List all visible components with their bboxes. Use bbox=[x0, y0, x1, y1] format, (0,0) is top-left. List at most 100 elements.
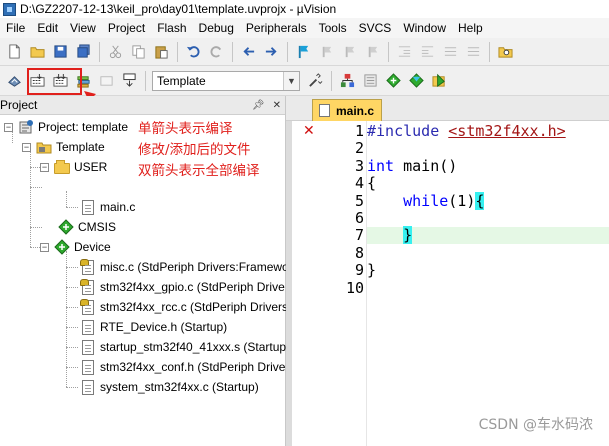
tree-label: stm32f4xx_gpio.c (StdPeriph Drive bbox=[100, 280, 285, 294]
tree-item-device-file[interactable]: stm32f4xx_rcc.c (StdPeriph Drivers bbox=[80, 297, 288, 317]
tree-label: CMSIS bbox=[78, 220, 117, 234]
cut-icon[interactable] bbox=[104, 41, 126, 63]
find-in-files-icon[interactable] bbox=[494, 41, 516, 63]
code-line[interactable] bbox=[367, 245, 609, 262]
tree-item-file-main-c[interactable]: main.c bbox=[82, 197, 135, 217]
code-line[interactable] bbox=[367, 210, 609, 227]
chevron-down-icon[interactable]: ▼ bbox=[283, 71, 299, 90]
tree-item-device-file[interactable]: stm32f4xx_gpio.c (StdPeriph Drive bbox=[80, 277, 285, 297]
pin-icon[interactable]: 📌︎ bbox=[252, 100, 265, 111]
clear-bookmarks-icon[interactable] bbox=[361, 41, 383, 63]
tree-item-group-user[interactable]: − USER bbox=[40, 157, 107, 177]
target-options-icon[interactable] bbox=[304, 70, 326, 92]
toolbar-separator bbox=[177, 41, 178, 62]
unindent-icon[interactable] bbox=[416, 41, 438, 63]
menu-edit[interactable]: Edit bbox=[31, 18, 64, 38]
collapse-icon[interactable]: − bbox=[4, 122, 13, 132]
tree-label: system_stm32f4xx.c (Startup) bbox=[100, 380, 259, 394]
tree-label: stm32f4xx_conf.h (StdPeriph Drive bbox=[100, 360, 286, 374]
new-file-icon[interactable] bbox=[3, 41, 25, 63]
copy-icon[interactable] bbox=[127, 41, 149, 63]
tree-item-device-file[interactable]: stm32f4xx_conf.h (StdPeriph Drive bbox=[82, 357, 285, 377]
target-folder-icon bbox=[36, 142, 52, 154]
tree-item-device-file[interactable]: RTE_Device.h (Startup) bbox=[82, 317, 227, 337]
line-number: 7 bbox=[354, 226, 364, 244]
tree-label: Device bbox=[74, 240, 111, 254]
code-line[interactable]: #include <stm32f4xx.h> bbox=[367, 123, 609, 140]
code-token: } bbox=[403, 226, 413, 244]
menu-project[interactable]: Project bbox=[102, 18, 151, 38]
toolbar-separator bbox=[287, 41, 288, 62]
open-folder-icon[interactable] bbox=[26, 41, 48, 63]
line-number: 3 bbox=[354, 157, 364, 175]
breakpoint-gutter[interactable]: ✕ bbox=[292, 121, 315, 446]
menu-bar: File Edit View Project Flash Debug Perip… bbox=[0, 18, 609, 38]
code-line-current[interactable]: } bbox=[367, 226, 609, 244]
line-number: 10 bbox=[345, 279, 364, 297]
code-line[interactable]: while(1){ bbox=[367, 192, 609, 210]
code-line[interactable]: { bbox=[367, 175, 609, 192]
undo-icon[interactable] bbox=[182, 41, 204, 63]
line-number: 5 bbox=[354, 192, 364, 210]
redo-icon[interactable] bbox=[205, 41, 227, 63]
next-bookmark-icon[interactable] bbox=[338, 41, 360, 63]
comment-icon[interactable] bbox=[439, 41, 461, 63]
menu-flash[interactable]: Flash bbox=[151, 18, 192, 38]
translate-icon[interactable] bbox=[3, 70, 25, 92]
nav-back-icon[interactable] bbox=[237, 41, 259, 63]
tree-item-project-root[interactable]: − Project: template bbox=[4, 117, 128, 137]
code-token: { bbox=[367, 174, 377, 192]
menu-help[interactable]: Help bbox=[452, 18, 489, 38]
collapse-icon[interactable]: − bbox=[40, 242, 49, 252]
menu-peripherals[interactable]: Peripherals bbox=[240, 18, 313, 38]
component-diamond-icon bbox=[54, 239, 70, 255]
tree-item-target[interactable]: − Template bbox=[22, 137, 105, 157]
tree-item-group-device[interactable]: − Device bbox=[40, 237, 111, 257]
code-line[interactable] bbox=[367, 140, 609, 157]
tree-item-device-file[interactable]: system_stm32f4xx.c (Startup) bbox=[82, 377, 259, 397]
menu-tools[interactable]: Tools bbox=[313, 18, 353, 38]
tree-label: USER bbox=[74, 160, 108, 174]
menu-debug[interactable]: Debug bbox=[193, 18, 240, 38]
rte-manage-icon[interactable] bbox=[405, 70, 427, 92]
prev-bookmark-icon[interactable] bbox=[315, 41, 337, 63]
nav-forward-icon[interactable] bbox=[260, 41, 282, 63]
file-icon bbox=[319, 104, 330, 117]
tree-item-cmsis[interactable]: CMSIS bbox=[58, 217, 116, 237]
save-all-icon[interactable] bbox=[72, 41, 94, 63]
save-icon[interactable] bbox=[49, 41, 71, 63]
manage-project-items-icon[interactable] bbox=[336, 70, 358, 92]
annotation-line: 单箭头表示编译 bbox=[138, 121, 233, 137]
indent-icon[interactable] bbox=[393, 41, 415, 63]
close-icon[interactable]: ✕ bbox=[273, 100, 281, 111]
line-number: 4 bbox=[354, 174, 364, 192]
tree-item-device-file[interactable]: startup_stm32f40_41xxx.s (Startup bbox=[82, 337, 286, 357]
pack-installer-icon[interactable] bbox=[382, 70, 404, 92]
h-file-icon bbox=[82, 319, 94, 335]
menu-view[interactable]: View bbox=[64, 18, 102, 38]
toolbar-separator bbox=[331, 70, 332, 91]
code-line[interactable]: int main() bbox=[367, 158, 609, 175]
select-packs-icon[interactable] bbox=[359, 70, 381, 92]
tree-item-device-file[interactable]: misc.c (StdPeriph Drivers:Framewo bbox=[80, 257, 289, 277]
collapse-icon[interactable]: − bbox=[22, 142, 31, 152]
uncomment-icon[interactable] bbox=[462, 41, 484, 63]
bookmark-icon[interactable] bbox=[292, 41, 314, 63]
line-number: 9 bbox=[354, 261, 364, 279]
line-number: 1 bbox=[354, 122, 364, 140]
annotation-line: 修改/添加后的文件 bbox=[138, 142, 251, 158]
annotation-line: 双箭头表示全部编译 bbox=[138, 163, 260, 179]
editor-tabstrip: main.c bbox=[286, 96, 609, 121]
menu-window[interactable]: Window bbox=[397, 18, 452, 38]
menu-file[interactable]: File bbox=[0, 18, 31, 38]
rte-device-icon[interactable] bbox=[428, 70, 450, 92]
target-select[interactable]: Template ▼ bbox=[152, 70, 300, 91]
code-editor: main.c ✕ 1 2 3 4 5 6 7 8 9 10 #include <… bbox=[286, 96, 609, 446]
code-line[interactable] bbox=[367, 280, 609, 297]
paste-icon[interactable] bbox=[150, 41, 172, 63]
collapse-icon[interactable]: − bbox=[40, 162, 49, 172]
tree-label: main.c bbox=[100, 200, 136, 214]
code-line[interactable]: } bbox=[367, 262, 609, 279]
menu-svcs[interactable]: SVCS bbox=[353, 18, 398, 38]
tab-main-c[interactable]: main.c bbox=[312, 99, 382, 121]
